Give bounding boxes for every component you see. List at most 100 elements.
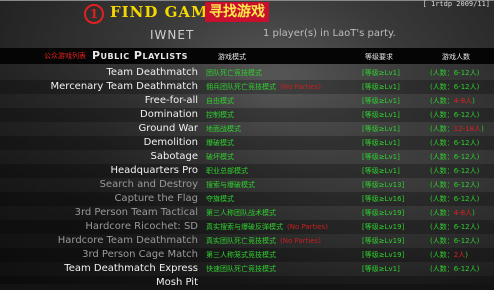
playlist-table-header: 公众游戏列表 Public Playlists 游戏模式 等级要求 游戏人数 <box>0 48 494 64</box>
playlist-row[interactable]: 3rd Person Team Tactical 第三人称团队战术模式 [等级≥Lv… <box>0 206 494 220</box>
playlist-description-text: 搜索与爆破模式 <box>206 181 255 189</box>
playlist-description-text: 团队死亡竞技模式 <box>206 69 262 77</box>
playlist-name[interactable]: Headquarters Pro <box>110 164 198 178</box>
playlist-name[interactable]: 3rd Person Cage Match <box>82 248 198 262</box>
playlist-level-requirement: [等级≥Lv13] <box>362 181 405 189</box>
playlist-level-requirement: [等级≥Lv1] <box>362 167 400 175</box>
player-count-text: (人数：6-12人) <box>430 83 480 91</box>
player-count-text: (人数：6-12人) <box>430 153 480 161</box>
player-count-text: (人数： <box>430 97 454 105</box>
playlist-row[interactable]: Search and Destroy 搜索与爆破模式 [等级≥Lv13] (人数：6-… <box>0 178 494 192</box>
player-count-close: ) <box>472 97 475 105</box>
playlist-level-requirement: [等级≥Lv19] <box>362 223 405 231</box>
player-count-text: (人数：6-12人) <box>430 223 480 231</box>
party-status: 1 player(s) in LaoT's party. <box>263 28 396 39</box>
playlist-row[interactable]: Sabotage 破坏模式 [等级≥Lv1] (人数：6-12人) <box>0 150 494 164</box>
playlist-player-count: (人数：6-12人) <box>430 150 479 164</box>
playlist-level-requirement: [等级≥Lv1] <box>362 97 400 105</box>
playlist-description-text: 地面战模式 <box>206 125 241 133</box>
playlist-player-count: (人数：6-12人) <box>430 220 479 234</box>
playlist-level-requirement: [等级≥Lv1] <box>362 111 400 119</box>
player-count-text: (人数：6-12人) <box>430 69 480 77</box>
playlist-level-requirement: [等级≥Lv1] <box>362 83 400 91</box>
player-count-text: (人数： <box>430 209 454 217</box>
step-number-badge: 1 <box>84 4 104 24</box>
column-header-requirement: 等级要求 <box>365 53 393 61</box>
top-border <box>0 0 494 1</box>
player-count-close: ) <box>481 125 484 133</box>
playlist-name[interactable]: Mosh Pit <box>156 276 198 290</box>
playlist-row[interactable]: Hardcore Ricochet: SD 真实搜索与爆破反弹模式 (No Part… <box>0 220 494 234</box>
player-count-text: (人数：6-12人) <box>430 237 480 245</box>
network-label: IWNET <box>150 28 195 42</box>
playlist-description: 地面战模式 <box>206 122 245 136</box>
playlist-description-text: 第三人称笼式竞技模式 <box>206 251 276 259</box>
player-count-text: (人数：6-12人) <box>430 139 480 147</box>
playlist-level-requirement: [等级≥Lv19] <box>362 209 405 217</box>
playlist-name[interactable]: Demolition <box>144 136 198 150</box>
playlist-row[interactable]: Ground War 地面战模式 [等级≥Lv1] (人数：12-18人) <box>0 122 494 136</box>
player-count-highlight: 4-8人 <box>453 97 473 105</box>
playlist-description: 搜索与爆破模式 <box>206 178 259 192</box>
playlist-description: 真实搜索与爆破反弹模式 (No Parties) <box>206 220 328 234</box>
playlist-description: 破坏模式 <box>206 150 238 164</box>
playlist-level-requirement: [等级≥Lv1] <box>362 69 400 77</box>
playlist-name[interactable]: Team Deathmatch <box>107 66 198 80</box>
playlist-description-text: 真实团队死亡竞技模式 <box>206 237 276 245</box>
player-count-text: (人数： <box>430 251 454 259</box>
playlist-name[interactable]: 3rd Person Team Tactical <box>75 206 198 220</box>
playlist-name[interactable]: Hardcore Team Deathmatch <box>58 234 198 248</box>
build-info: [ 1rtdp 2009/11] <box>422 0 490 8</box>
playlist-level-requirement: [等级≥Lv1] <box>362 139 400 147</box>
playlist-row[interactable]: Hardcore Team Deathmatch 真实团队死亡竞技模式 (No Pa… <box>0 234 494 248</box>
player-count-close: ) <box>472 209 475 217</box>
playlist-description: 真实团队死亡竞技模式 (No Parties) <box>206 234 321 248</box>
playlist-row[interactable]: Free-for-all 自由模式 [等级≥Lv1] (人数：4-8人) <box>0 94 494 108</box>
playlist-row[interactable]: Domination 控制模式 [等级≥Lv1] (人数：6-12人) <box>0 108 494 122</box>
playlist-player-count: (人数：6-12人) <box>430 234 479 248</box>
column-header-players: 游戏人数 <box>442 53 470 61</box>
player-count-highlight: 12-18人 <box>453 125 482 133</box>
playlist-description: 佣兵团队死亡竞技模式 (No Parties) <box>206 80 321 94</box>
playlist-player-count: (人数：6-12人) <box>430 192 479 206</box>
playlist-name[interactable]: Sabotage <box>151 150 199 164</box>
player-count-text: (人数：6-12人) <box>430 111 480 119</box>
header-tag-chinese: 公众游戏列表 <box>44 52 86 60</box>
playlist-level-requirement: [等级≥Lv16] <box>362 195 405 203</box>
playlist-row[interactable]: Capture the Flag 夺旗模式 [等级≥Lv16] (人数：6-12人) <box>0 192 494 206</box>
player-count-text: (人数： <box>430 125 454 133</box>
playlist-row[interactable]: Demolition 爆破模式 [等级≥Lv1] (人数：6-12人) <box>0 136 494 150</box>
playlist-description-text: 控制模式 <box>206 111 234 119</box>
playlist-name[interactable]: Team Deathmatch Express <box>64 262 198 276</box>
playlist-level-requirement: [等级≥Lv19] <box>362 251 405 259</box>
playlist-name[interactable]: Mercenary Team Deathmatch <box>51 80 198 94</box>
playlist-player-count: (人数：6-12人) <box>430 178 479 192</box>
playlist-note: (No Parties) <box>287 223 328 231</box>
playlist-name[interactable]: Search and Destroy <box>100 178 198 192</box>
playlist-player-count: (人数：12-18人) <box>430 122 484 136</box>
playlist-row[interactable]: Headquarters Pro 职业总部模式 [等级≥Lv1] (人数：6-12人) <box>0 164 494 178</box>
playlist-row[interactable]: Team Deathmatch Express 快速团队死亡竞技模式 [等级≥Lv1… <box>0 262 494 276</box>
playlist-description-text: 自由模式 <box>206 97 234 105</box>
playlist-player-count: (人数：4-8人) <box>430 94 475 108</box>
playlist-player-count: (人数：2人) <box>430 248 468 262</box>
player-count-text: (人数：6-12人) <box>430 181 480 189</box>
player-count-highlight: 4-8人 <box>453 209 473 217</box>
playlist-name[interactable]: Capture the Flag <box>114 192 198 206</box>
playlist-player-count: (人数：6-12人) <box>430 164 479 178</box>
playlist-row[interactable]: 3rd Person Cage Match 第三人称笼式竞技模式 [等级≥Lv19]… <box>0 248 494 262</box>
playlist-description-text: 快速团队死亡竞技模式 <box>206 265 276 273</box>
playlist-description-text: 爆破模式 <box>206 139 234 147</box>
player-count-text: (人数：6-12人) <box>430 167 480 175</box>
playlist-name[interactable]: Free-for-all <box>145 94 198 108</box>
playlist-note: (No Parties) <box>280 83 321 91</box>
playlist-row[interactable]: Mercenary Team Deathmatch 佣兵团队死亡竞技模式 (No P… <box>0 80 494 94</box>
playlist-name[interactable]: Hardcore Ricochet: SD <box>85 220 198 234</box>
playlist-row[interactable]: Team Deathmatch 团队死亡竞技模式 [等级≥Lv1] (人数：6-12人… <box>0 66 494 80</box>
playlist-player-count: (人数：6-12人) <box>430 80 479 94</box>
playlist-row[interactable]: Mosh Pit <box>0 276 494 290</box>
playlist-name[interactable]: Ground War <box>139 122 198 136</box>
playlist-name[interactable]: Domination <box>140 108 198 122</box>
playlist-player-count: (人数：6-12人) <box>430 108 479 122</box>
playlist-description: 控制模式 <box>206 108 238 122</box>
